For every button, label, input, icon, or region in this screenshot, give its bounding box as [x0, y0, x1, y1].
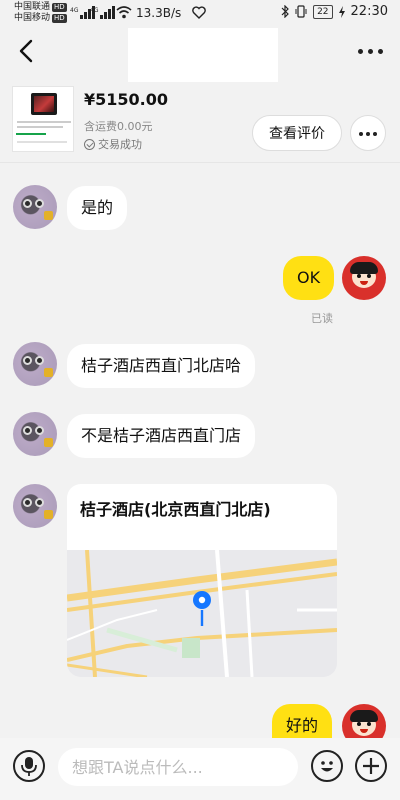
message-input[interactable] — [58, 748, 298, 786]
message-bubble-self: OK — [283, 256, 335, 300]
bluetooth-icon — [281, 5, 289, 18]
divider — [0, 162, 400, 163]
back-icon[interactable] — [16, 38, 38, 64]
view-review-button[interactable]: 查看评价 — [252, 115, 342, 151]
input-bar — [0, 738, 400, 800]
check-circle-icon — [84, 138, 95, 150]
network-type-1: 4G — [70, 7, 79, 14]
vibrate-icon — [295, 5, 307, 18]
clock: 22:30 — [350, 4, 388, 19]
read-receipt: 已读 — [311, 312, 333, 325]
carrier-info: 中国联通 HD 中国移动 HD — [14, 2, 67, 24]
map-pin-icon — [193, 591, 211, 626]
product-price: ¥5150.00 — [84, 90, 169, 109]
map-preview[interactable] — [67, 549, 337, 677]
charging-icon — [338, 5, 345, 18]
trade-status: 交易成功 — [84, 136, 142, 152]
microphone-icon — [21, 757, 37, 776]
avatar-self[interactable] — [342, 256, 386, 300]
message-bubble: 桔子酒店西直门北店哈 — [67, 344, 256, 388]
product-thumbnail[interactable] — [12, 86, 74, 152]
health-icon — [192, 6, 206, 19]
plus-icon — [363, 758, 379, 774]
product-more-button[interactable] — [350, 115, 386, 151]
nav-bar — [0, 28, 400, 82]
more-options-icon[interactable] — [358, 40, 384, 60]
nav-title-area — [128, 28, 278, 82]
status-right: 22 22:30 — [281, 4, 388, 19]
emoji-icon — [321, 761, 333, 772]
message-bubble: 不是桔子酒店西直门店 — [67, 414, 256, 458]
avatar-other[interactable] — [13, 484, 57, 528]
network-type-2: 4G — [90, 7, 99, 14]
network-speed: 13.3B/s — [136, 6, 182, 20]
message-bubble: 是的 — [67, 186, 128, 230]
carrier-2: 中国移动 — [14, 13, 51, 23]
add-button[interactable] — [355, 750, 387, 782]
voice-button[interactable] — [13, 750, 45, 782]
carrier-1: 中国联通 — [14, 2, 51, 12]
location-title: 桔子酒店(北京西直门北店) — [80, 500, 271, 519]
avatar-other[interactable] — [13, 412, 57, 456]
location-card[interactable]: 桔子酒店(北京西直门北店) — [67, 484, 337, 677]
battery-level: 22 — [313, 4, 333, 19]
avatar-other[interactable] — [13, 342, 57, 386]
hd-badge-2: HD — [52, 14, 67, 23]
avatar-other[interactable] — [13, 185, 57, 229]
shipping-fee: 含运费0.00元 — [84, 120, 153, 133]
trade-status-label: 交易成功 — [98, 138, 142, 151]
status-bar: 中国联通 HD 中国移动 HD 4G 4G 13.3B/s 22 22:30 — [0, 0, 400, 28]
product-card: ¥5150.00 含运费0.00元 交易成功 查看评价 — [0, 82, 400, 158]
wifi-icon — [116, 6, 132, 19]
hd-badge-1: HD — [52, 3, 67, 12]
emoji-button[interactable] — [311, 750, 343, 782]
